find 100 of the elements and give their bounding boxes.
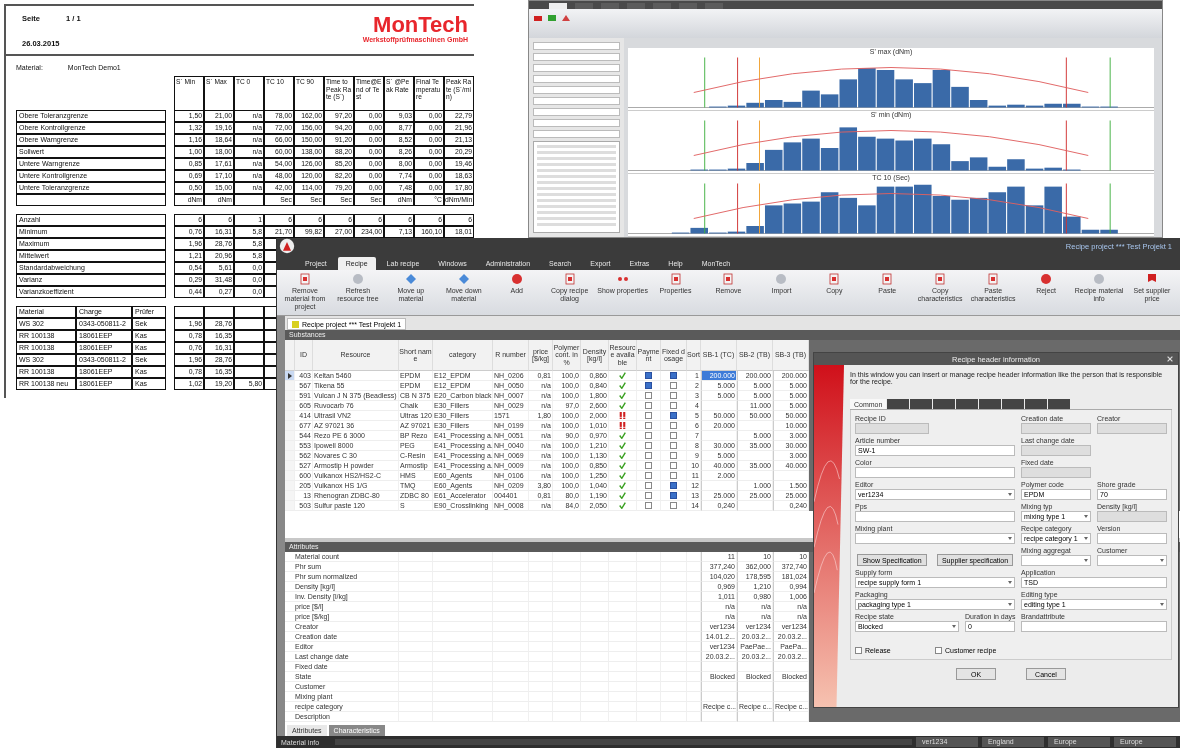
checkbox[interactable] xyxy=(670,392,677,399)
table-cell xyxy=(234,318,264,330)
list-row[interactable] xyxy=(537,193,616,196)
checkbox[interactable] xyxy=(670,452,677,459)
menu-tab[interactable] xyxy=(601,3,619,9)
table-cell xyxy=(234,330,264,342)
checkbox[interactable] xyxy=(645,492,652,499)
limit-line xyxy=(759,120,760,171)
list-row[interactable] xyxy=(537,157,616,160)
input-field[interactable] xyxy=(533,75,620,83)
dialog-tab[interactable] xyxy=(910,399,933,409)
checkbox[interactable] xyxy=(645,482,652,489)
dialog-tab[interactable] xyxy=(1048,399,1071,409)
table-cell xyxy=(701,662,737,672)
checkbox[interactable] xyxy=(645,372,652,379)
input-field[interactable] xyxy=(533,86,620,94)
checkbox[interactable] xyxy=(645,442,652,449)
histogram-bar xyxy=(932,196,951,234)
row-indicator[interactable] xyxy=(285,371,295,381)
table-cell xyxy=(687,622,701,632)
caret-icon xyxy=(1084,515,1088,518)
checkbox[interactable] xyxy=(645,402,652,409)
checkbox[interactable] xyxy=(645,432,652,439)
histogram-bar xyxy=(820,192,839,234)
table-cell xyxy=(399,552,433,562)
dropdown-field[interactable] xyxy=(1021,555,1091,566)
list-row[interactable] xyxy=(537,223,616,226)
menu-tab[interactable] xyxy=(653,3,671,9)
input-field[interactable] xyxy=(533,53,620,61)
checkbox[interactable] xyxy=(670,422,677,429)
app-logo-icon[interactable] xyxy=(279,238,295,254)
table-cell xyxy=(581,552,609,562)
list-row[interactable] xyxy=(537,175,616,178)
checkbox[interactable] xyxy=(670,382,677,389)
checkbox[interactable] xyxy=(670,472,677,479)
checkbox[interactable] xyxy=(670,492,677,499)
menu-tab[interactable] xyxy=(627,3,645,9)
dialog-tab[interactable] xyxy=(1002,399,1025,409)
checkbox[interactable] xyxy=(670,372,677,379)
checkbox[interactable] xyxy=(645,412,652,419)
checkbox[interactable] xyxy=(670,502,677,509)
input-field[interactable] xyxy=(533,130,620,138)
list-row[interactable] xyxy=(537,169,616,172)
list-row[interactable] xyxy=(537,163,616,166)
table-cell xyxy=(687,662,701,672)
table-cell xyxy=(773,662,809,672)
table-cell xyxy=(701,431,737,441)
checkbox[interactable] xyxy=(670,462,677,469)
table-cell xyxy=(687,592,701,602)
histogram-bar xyxy=(783,203,802,234)
table-cell xyxy=(773,692,809,702)
input-field[interactable] xyxy=(1021,621,1167,632)
circle-icon xyxy=(775,273,788,285)
checkbox[interactable] xyxy=(855,647,862,654)
list-row[interactable] xyxy=(537,199,616,202)
checkbox[interactable] xyxy=(645,462,652,469)
dialog-tab[interactable] xyxy=(956,399,979,409)
input-field[interactable] xyxy=(533,42,620,50)
checkbox[interactable] xyxy=(670,402,677,409)
checkbox[interactable] xyxy=(645,472,652,479)
table-cell xyxy=(174,306,204,318)
input-field[interactable] xyxy=(533,64,620,72)
circle-icon xyxy=(351,273,364,285)
menu-tab[interactable] xyxy=(705,3,723,9)
limit-line xyxy=(1109,183,1111,234)
input-field[interactable] xyxy=(1097,533,1167,544)
list-row[interactable] xyxy=(537,187,616,190)
list-row[interactable] xyxy=(537,211,616,214)
dialog-tab[interactable] xyxy=(887,399,910,409)
list-row[interactable] xyxy=(537,145,616,148)
limit-line xyxy=(704,120,706,171)
checkbox[interactable] xyxy=(670,432,677,439)
list-row[interactable] xyxy=(537,181,616,184)
list-row[interactable] xyxy=(537,151,616,154)
dialog-tab[interactable] xyxy=(979,399,1002,409)
menu-tab[interactable] xyxy=(679,3,697,9)
dialog-tab[interactable] xyxy=(933,399,956,409)
input-field[interactable] xyxy=(533,108,620,116)
dialog-tab[interactable] xyxy=(1025,399,1048,409)
list-row[interactable] xyxy=(537,217,616,220)
checkbox[interactable] xyxy=(670,412,677,419)
table-cell xyxy=(687,552,701,562)
checkbox[interactable] xyxy=(670,482,677,489)
input-field[interactable] xyxy=(533,119,620,127)
input-field[interactable] xyxy=(855,467,1015,478)
input-field[interactable] xyxy=(533,97,620,105)
checkbox[interactable] xyxy=(645,452,652,459)
diamond-icon xyxy=(457,273,470,285)
checkbox[interactable] xyxy=(645,392,652,399)
list-row[interactable] xyxy=(537,205,616,208)
table-cell xyxy=(687,682,701,692)
checkbox[interactable] xyxy=(935,647,942,654)
checkbox[interactable] xyxy=(645,382,652,389)
close-icon[interactable] xyxy=(1166,355,1174,363)
dropdown-field[interactable] xyxy=(855,533,1015,544)
checkbox[interactable] xyxy=(645,502,652,509)
input-field[interactable] xyxy=(855,511,1015,522)
checkbox[interactable] xyxy=(645,422,652,429)
dropdown-field[interactable] xyxy=(1097,555,1167,566)
checkbox[interactable] xyxy=(670,442,677,449)
